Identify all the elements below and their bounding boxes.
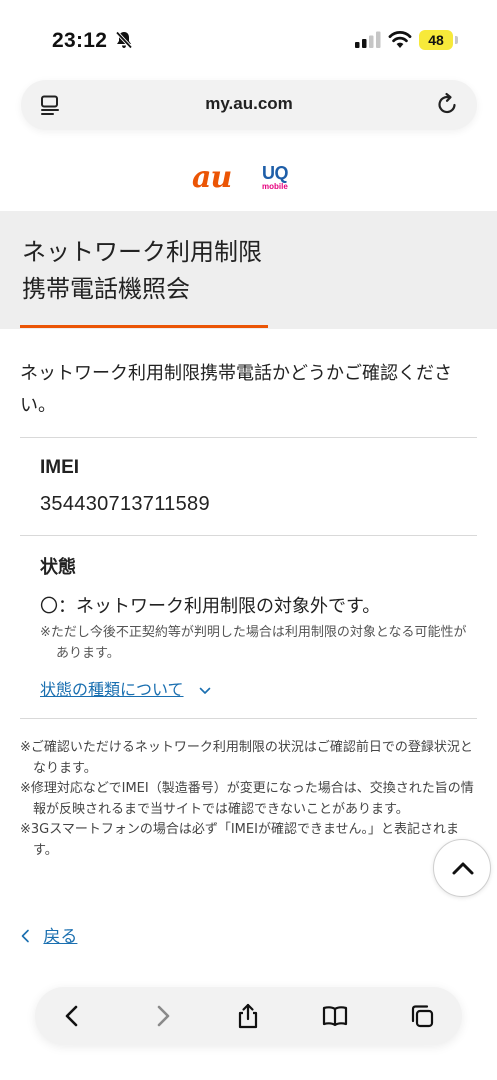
au-logo: au xyxy=(192,160,232,195)
state-types-link[interactable]: 状態の種類について xyxy=(40,676,211,700)
back-link[interactable]: 戻る xyxy=(20,922,77,947)
title-underline xyxy=(20,325,268,328)
imei-value: 354430713711589 xyxy=(40,493,210,515)
back-link-label[interactable]: 戻る xyxy=(43,927,77,947)
url-text[interactable]: my.au.com xyxy=(21,94,477,114)
page-title-line-1: ネットワーク利用制限 xyxy=(22,238,262,266)
scroll-to-top-button[interactable] xyxy=(433,839,491,897)
bookmarks-icon[interactable] xyxy=(321,1002,349,1030)
browser-toolbar xyxy=(35,987,462,1045)
chevron-down-icon[interactable] xyxy=(199,685,211,697)
address-bar[interactable]: my.au.com xyxy=(21,80,477,130)
divider xyxy=(20,437,477,438)
divider xyxy=(20,718,477,719)
uq-mobile-logo: UQ mobile xyxy=(262,164,298,198)
state-result: 〇：ネットワーク利用制限の対象外です。 xyxy=(40,596,381,617)
footnote: ※修理対応などでIMEI（製造番号）が変更になった場合は、交換された旨の情報が反… xyxy=(20,781,474,817)
bell-muted-icon xyxy=(115,31,133,49)
page-title-line-2: 携帯電話機照会 xyxy=(22,275,190,303)
page-title: ネットワーク利用制限 携帯電話機照会 xyxy=(22,234,262,308)
uq-logo-text: UQ xyxy=(262,163,289,183)
state-note: ※ただし今後不正契約等が判明した場合は利用制限の対象となる可能性があります。 xyxy=(40,625,467,661)
tabs-icon[interactable] xyxy=(408,1002,436,1030)
share-icon[interactable] xyxy=(234,1002,262,1030)
status-time: 23:12 xyxy=(52,29,108,52)
status-bar: 23:12 48 xyxy=(0,0,497,78)
back-arrow-icon[interactable] xyxy=(59,1002,87,1030)
wifi-icon xyxy=(388,31,412,48)
forward-arrow-icon[interactable] xyxy=(148,1002,176,1030)
chevron-left-icon[interactable] xyxy=(20,929,30,943)
cellular-signal-icon xyxy=(355,31,381,48)
state-types-link-label[interactable]: 状態の種類について xyxy=(40,680,184,699)
footnote: ※ご確認いただけるネットワーク利用制限の状況はご確認前日での登録状況となります。 xyxy=(20,740,473,776)
reload-icon[interactable] xyxy=(435,92,459,116)
battery-indicator: 48 xyxy=(419,30,453,50)
divider xyxy=(20,535,477,536)
state-label: 状態 xyxy=(40,557,76,578)
imei-label: IMEI xyxy=(40,457,80,478)
chevron-up-icon[interactable] xyxy=(451,858,475,878)
battery-tip xyxy=(455,36,458,44)
uq-logo-subtext: mobile xyxy=(262,182,288,191)
footnote: ※3Gスマートフォンの場合は必ず「IMEIが確認できません。」と表記されます。 xyxy=(20,822,460,858)
title-band: ネットワーク利用制限 携帯電話機照会 xyxy=(0,211,497,329)
intro-text: ネットワーク利用制限携帯電話かどうかご確認ください。 xyxy=(20,363,452,416)
brand-logos: au UQ mobile xyxy=(0,160,497,198)
footnotes: ※ご確認いただけるネットワーク利用制限の状況はご確認前日での登録状況となります。… xyxy=(20,738,475,861)
